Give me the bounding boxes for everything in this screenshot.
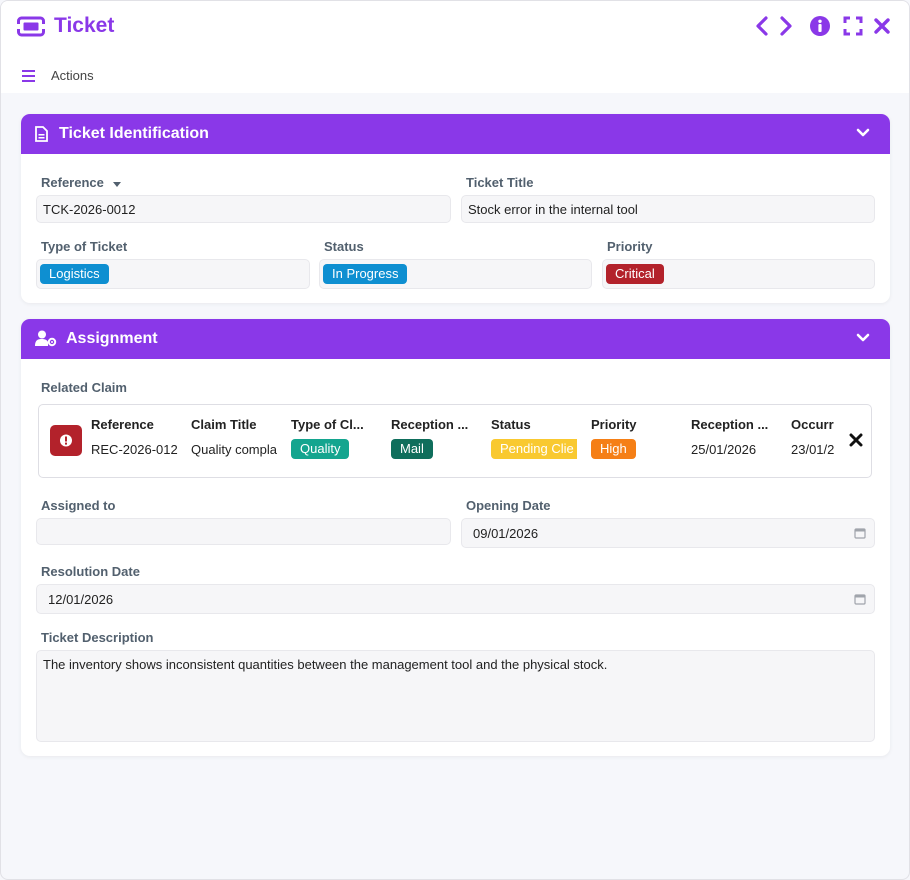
ticket-description-label: Ticket Description bbox=[41, 630, 154, 645]
claim-col-reference: Reference REC-2026-012 bbox=[91, 417, 178, 457]
claim-col-priority: Priority High bbox=[591, 417, 679, 459]
status-field[interactable]: In Progress bbox=[319, 259, 592, 289]
priority-label: Priority bbox=[607, 239, 653, 254]
assignment-card: Assignment Related Claim Reference REC-2… bbox=[21, 319, 890, 756]
ticket-title-label: Ticket Title bbox=[466, 175, 534, 190]
opening-date-value: 09/01/2026 bbox=[473, 526, 539, 541]
claim-priority-badge: High bbox=[591, 439, 636, 459]
assigned-to-label: Assigned to bbox=[41, 498, 116, 513]
claim-col-type: Type of Cl... Quality bbox=[291, 417, 379, 459]
calendar-icon[interactable] bbox=[854, 593, 866, 605]
opening-date-field[interactable]: 09/01/2026 bbox=[461, 518, 875, 548]
claim-col-title: Claim Title Quality compla bbox=[191, 417, 277, 457]
claim-reference: REC-2026-012 bbox=[91, 442, 178, 457]
window-title: Ticket bbox=[54, 14, 115, 37]
type-of-ticket-label: Type of Ticket bbox=[41, 239, 128, 254]
chevron-right-icon[interactable] bbox=[779, 16, 793, 36]
claim-col-status: Status Pending Clie bbox=[491, 417, 577, 459]
actions-menu[interactable]: Actions bbox=[51, 68, 94, 83]
status-label: Status bbox=[324, 239, 364, 254]
type-of-ticket-field[interactable]: Logistics bbox=[36, 259, 310, 289]
claim-col-reception-channel: Reception ... Mail bbox=[391, 417, 479, 459]
section-title: Ticket Identification bbox=[59, 125, 209, 142]
section-title: Assignment bbox=[66, 330, 158, 347]
related-claim-label: Related Claim bbox=[41, 380, 127, 395]
alert-icon bbox=[50, 425, 82, 456]
info-icon[interactable] bbox=[809, 15, 831, 37]
calendar-icon[interactable] bbox=[854, 527, 866, 539]
claim-title: Quality compla bbox=[191, 442, 277, 457]
resolution-date-value: 12/01/2026 bbox=[48, 592, 114, 607]
ticket-identification-header[interactable]: Ticket Identification bbox=[21, 114, 890, 154]
chevron-left-icon[interactable] bbox=[755, 16, 769, 36]
title-bar: Ticket bbox=[1, 1, 909, 53]
close-icon[interactable] bbox=[873, 17, 891, 35]
chevron-down-icon[interactable] bbox=[856, 333, 870, 343]
claim-type-badge: Quality bbox=[291, 439, 350, 459]
priority-badge: Critical bbox=[606, 264, 664, 284]
ticket-icon bbox=[17, 16, 45, 37]
reference-label: Reference bbox=[41, 175, 122, 190]
claim-status-badge: Pending Clie bbox=[491, 439, 577, 459]
ticket-description-field[interactable]: The inventory shows inconsistent quantit… bbox=[36, 650, 875, 742]
caret-down-icon[interactable] bbox=[112, 180, 122, 188]
document-icon bbox=[35, 126, 48, 142]
claim-channel-badge: Mail bbox=[391, 439, 433, 459]
reference-field[interactable]: TCK-2026-0012 bbox=[36, 195, 451, 223]
priority-field[interactable]: Critical bbox=[602, 259, 875, 289]
fullscreen-icon[interactable] bbox=[843, 16, 863, 36]
status-badge: In Progress bbox=[323, 264, 408, 284]
claim-reception-date: 25/01/2026 bbox=[691, 442, 757, 457]
menu-icon[interactable] bbox=[22, 70, 36, 82]
chevron-down-icon[interactable] bbox=[856, 128, 870, 138]
user-gear-icon bbox=[35, 330, 57, 347]
resolution-date-field[interactable]: 12/01/2026 bbox=[36, 584, 875, 614]
claim-col-reception-date: Reception ... 25/01/2026 bbox=[691, 417, 779, 457]
resolution-date-label: Resolution Date bbox=[41, 564, 140, 579]
claim-col-occurrence-date: Occurr 23/01/2 bbox=[791, 417, 835, 457]
ticket-identification-card: Ticket Identification Reference TCK-2026… bbox=[21, 114, 890, 303]
actions-bar: Actions bbox=[1, 53, 909, 93]
type-badge: Logistics bbox=[40, 264, 109, 284]
opening-date-label: Opening Date bbox=[466, 498, 551, 513]
close-icon[interactable] bbox=[849, 433, 863, 447]
related-claim-row[interactable]: Reference REC-2026-012 Claim Title Quali… bbox=[38, 404, 872, 478]
assignment-header[interactable]: Assignment bbox=[21, 319, 890, 359]
title-actions bbox=[755, 15, 891, 37]
claim-occurrence-date: 23/01/2 bbox=[791, 442, 835, 457]
assigned-to-field[interactable] bbox=[36, 518, 451, 545]
ticket-window: Ticket Actions Ticket Identification Ref… bbox=[0, 0, 910, 880]
ticket-title-field[interactable]: Stock error in the internal tool bbox=[461, 195, 875, 223]
